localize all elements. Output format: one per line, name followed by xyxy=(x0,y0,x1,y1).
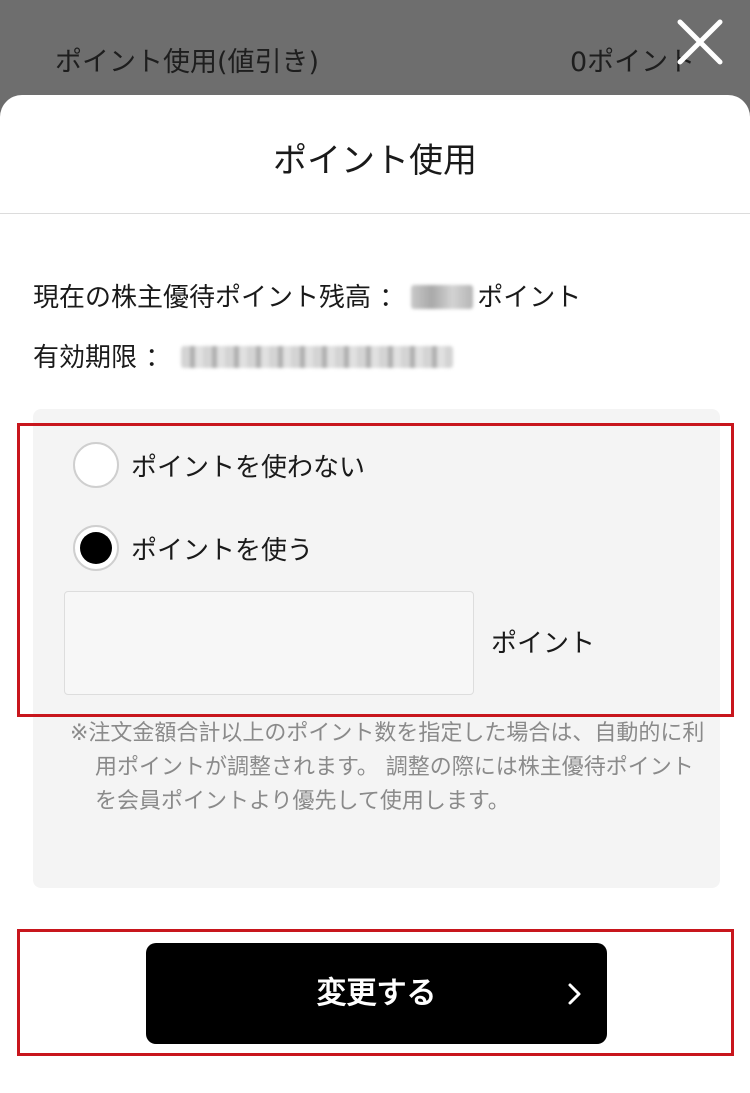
radio-button-unselected[interactable] xyxy=(73,442,119,488)
points-balance: 現在の株主優待ポイント残高 ： ポイント xyxy=(33,277,581,314)
points-amount-unit: ポイント xyxy=(491,629,596,659)
radio-no-points[interactable]: ポイントを使わない xyxy=(73,442,365,488)
background-points-row: ポイント使用(値引き) 0ポイント xyxy=(0,0,750,100)
points-expiry-label: 有効期限 ： xyxy=(33,343,172,373)
radio-no-points-label: ポイントを使わない xyxy=(131,452,366,483)
modal-header: ポイント使用 xyxy=(0,95,750,214)
change-button-label: 変更する xyxy=(316,976,437,1011)
radio-button-selected[interactable] xyxy=(73,525,119,571)
redacted-expiry-date xyxy=(181,345,454,368)
radio-selected-dot xyxy=(80,532,112,564)
points-amount-input[interactable] xyxy=(64,591,474,695)
points-options-panel: ポイントを使わない ポイントを使う ポイント ※注文金額合計以上のポイント数を指… xyxy=(33,409,720,888)
points-expiry: 有効期限 ： xyxy=(33,337,454,374)
points-balance-unit: ポイント xyxy=(477,283,582,313)
radio-use-points-label: ポイントを使う xyxy=(131,535,314,566)
modal-title: ポイント使用 xyxy=(273,141,477,181)
points-modal: ポイント使用 現在の株主優待ポイント残高 ： ポイント 有効期限 ： ポイントを使… xyxy=(0,95,750,1093)
points-balance-label: 現在の株主優待ポイント残高 ： xyxy=(33,283,406,313)
background-points-label: ポイント使用(値引き) xyxy=(55,47,320,78)
radio-use-points[interactable]: ポイントを使う xyxy=(73,525,313,571)
points-adjustment-note: ※注文金額合計以上のポイント数を指定した場合は、自動的に利用ポイントが調整されま… xyxy=(70,721,705,814)
chevron-right-icon xyxy=(568,983,581,1005)
redacted-balance xyxy=(411,284,474,309)
change-button[interactable]: 変更する xyxy=(146,943,607,1044)
close-icon xyxy=(677,19,723,65)
close-button[interactable] xyxy=(672,14,728,70)
